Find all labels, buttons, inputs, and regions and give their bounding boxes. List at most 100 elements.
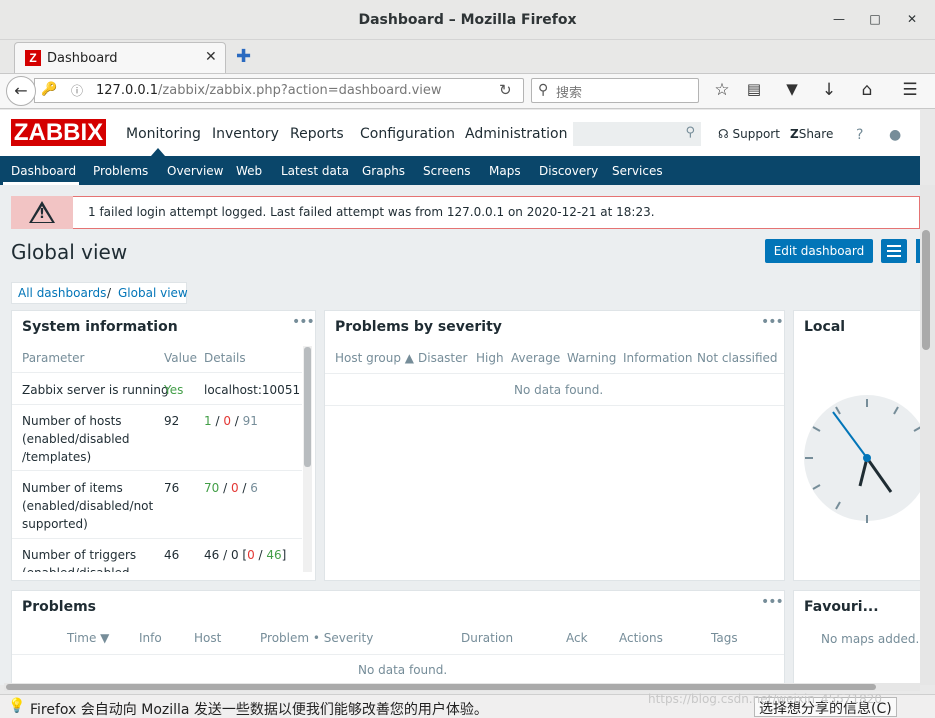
search-icon: ⚲ bbox=[538, 82, 549, 98]
divider bbox=[12, 372, 302, 373]
column-header: Problem • Severity bbox=[260, 631, 374, 645]
widget-menu-icon[interactable]: ••• bbox=[761, 314, 784, 330]
nav-inventory[interactable]: Inventory bbox=[212, 126, 279, 142]
nav-administration[interactable]: Administration bbox=[465, 126, 567, 142]
widget-scrollbar-thumb[interactable] bbox=[304, 347, 311, 467]
close-tab-icon[interactable]: ✕ bbox=[205, 49, 217, 65]
no-data-text: No data found. bbox=[514, 383, 604, 397]
column-header: Ack bbox=[566, 631, 588, 645]
widget-menu-icon[interactable]: ••• bbox=[292, 314, 315, 330]
maximize-button[interactable]: □ bbox=[868, 12, 882, 26]
column-header: Information bbox=[623, 351, 693, 365]
close-window-button[interactable]: ✕ bbox=[905, 12, 919, 26]
widget-title: Favouri... bbox=[804, 599, 879, 615]
widget-menu-icon[interactable]: ••• bbox=[761, 594, 784, 610]
help-icon[interactable]: ? bbox=[856, 127, 863, 143]
url-text[interactable]: 127.0.0.1/zabbix/zabbix.php?action=dashb… bbox=[96, 83, 442, 98]
subnav-dashboard[interactable]: Dashboard bbox=[11, 164, 76, 178]
nav-configuration[interactable]: Configuration bbox=[360, 126, 455, 142]
breadcrumb-all-dashboards[interactable]: All dashboards bbox=[18, 286, 106, 300]
zabbix-search-input[interactable]: ⚲ bbox=[573, 122, 701, 146]
reading-list-icon[interactable]: ▤ bbox=[742, 80, 766, 98]
active-menu-indicator bbox=[151, 148, 165, 156]
info-icon[interactable]: ⓘ bbox=[71, 82, 83, 99]
breadcrumb-separator: / bbox=[107, 286, 112, 300]
url-path: /zabbix/zabbix.php?action=dashboard.view bbox=[158, 83, 442, 98]
headset-icon: ☊ bbox=[718, 127, 729, 141]
bookmark-star-icon[interactable]: ☆ bbox=[710, 80, 734, 100]
page-horizontal-scrollbar-thumb[interactable] bbox=[6, 684, 876, 690]
warning-icon: ! bbox=[11, 196, 73, 229]
param-cell: Number of hosts (enabled/disabled /templ… bbox=[22, 414, 130, 464]
minimize-button[interactable]: — bbox=[832, 12, 846, 26]
support-link[interactable]: ☊ Support bbox=[718, 127, 780, 141]
browser-search-box[interactable]: ⚲ 搜索 bbox=[531, 78, 699, 103]
column-header: Parameter bbox=[22, 351, 85, 365]
home-icon[interactable]: ⌂ bbox=[855, 80, 879, 100]
column-header: Details bbox=[204, 351, 246, 365]
column-header: Average bbox=[511, 351, 561, 365]
edit-dashboard-button[interactable]: Edit dashboard bbox=[765, 239, 873, 263]
download-icon[interactable]: ↓ bbox=[817, 80, 841, 100]
subnav-maps[interactable]: Maps bbox=[489, 164, 521, 178]
column-header-host-group[interactable]: Host group ▲ bbox=[335, 351, 414, 365]
share-link[interactable]: ZShare bbox=[790, 127, 833, 141]
share-z-icon: Z bbox=[790, 127, 799, 141]
search-icon[interactable]: ⚲ bbox=[685, 125, 695, 140]
tab-title: Dashboard bbox=[47, 51, 118, 66]
subnav-screens[interactable]: Screens bbox=[423, 164, 471, 178]
param-cell: Number of items (enabled/disabled/not su… bbox=[22, 481, 154, 531]
back-button[interactable]: ← bbox=[6, 76, 36, 106]
subnav-discovery[interactable]: Discovery bbox=[539, 164, 598, 178]
lightbulb-icon: 💡 bbox=[8, 698, 26, 714]
column-header: Warning bbox=[567, 351, 617, 365]
details-cell: 46 / 0 [0 / 46] bbox=[204, 548, 287, 562]
details-cell: localhost:10051 bbox=[204, 383, 301, 397]
subnav-graphs[interactable]: Graphs bbox=[362, 164, 405, 178]
divider bbox=[12, 470, 302, 471]
column-header: Tags bbox=[711, 631, 738, 645]
user-profile-icon[interactable]: ● bbox=[889, 127, 901, 143]
details-cell: 1 / 0 / 91 bbox=[204, 414, 258, 428]
column-header: Value bbox=[164, 351, 197, 365]
dashboard-actions-menu-icon[interactable] bbox=[881, 239, 907, 263]
param-cell: Number of triggers (enabled/disabled bbox=[22, 548, 137, 572]
nav-monitoring[interactable]: Monitoring bbox=[126, 126, 201, 142]
zabbix-logo[interactable]: ZABBIX bbox=[11, 119, 106, 146]
share-label: Share bbox=[798, 127, 834, 141]
subnav-problems[interactable]: Problems bbox=[93, 164, 148, 178]
clock-face-icon bbox=[805, 399, 920, 523]
column-header-time[interactable]: Time ▼ bbox=[67, 631, 109, 645]
back-arrow-icon: ← bbox=[14, 81, 28, 100]
new-tab-icon[interactable]: ✚ bbox=[236, 46, 251, 67]
key-icon[interactable]: 🔑 bbox=[41, 82, 57, 97]
column-header: Actions bbox=[619, 631, 663, 645]
hamburger-menu-icon[interactable]: ☰ bbox=[898, 80, 922, 100]
nav-reports[interactable]: Reports bbox=[290, 126, 344, 142]
page-vertical-scrollbar-thumb[interactable] bbox=[922, 230, 930, 350]
clipped-row: Number of triggers (enabled/disabled 46 … bbox=[12, 539, 302, 572]
subnav-overview[interactable]: Overview bbox=[167, 164, 224, 178]
divider bbox=[325, 373, 784, 374]
url-host: 127.0.0.1 bbox=[96, 83, 159, 98]
url-bar[interactable]: 🔑 ⓘ 127.0.0.1/zabbix/zabbix.php?action=d… bbox=[34, 78, 524, 103]
zabbix-favicon-icon: Z bbox=[25, 50, 41, 66]
column-header: Info bbox=[139, 631, 162, 645]
browser-tab[interactable]: Z Dashboard ✕ bbox=[14, 42, 226, 74]
support-label: Support bbox=[732, 127, 780, 141]
value-cell: 76 bbox=[164, 481, 180, 495]
widget-title: Problems by severity bbox=[335, 319, 502, 335]
widget-title: Local bbox=[804, 319, 846, 335]
subnav-services[interactable]: Services bbox=[612, 164, 663, 178]
divider bbox=[12, 404, 302, 405]
subnav-web[interactable]: Web bbox=[236, 164, 262, 178]
divider bbox=[325, 405, 784, 406]
page-title: Global view bbox=[11, 240, 128, 264]
pocket-icon[interactable]: ▼ bbox=[780, 80, 804, 98]
breadcrumb-global-view[interactable]: Global view bbox=[118, 286, 188, 300]
subnav-latest-data[interactable]: Latest data bbox=[281, 164, 349, 178]
alert-message: 1 failed login attempt logged. Last fail… bbox=[88, 205, 655, 219]
reload-icon[interactable]: ↻ bbox=[499, 81, 512, 99]
column-header: High bbox=[476, 351, 504, 365]
details-cell: 70 / 0 / 6 bbox=[204, 481, 258, 495]
